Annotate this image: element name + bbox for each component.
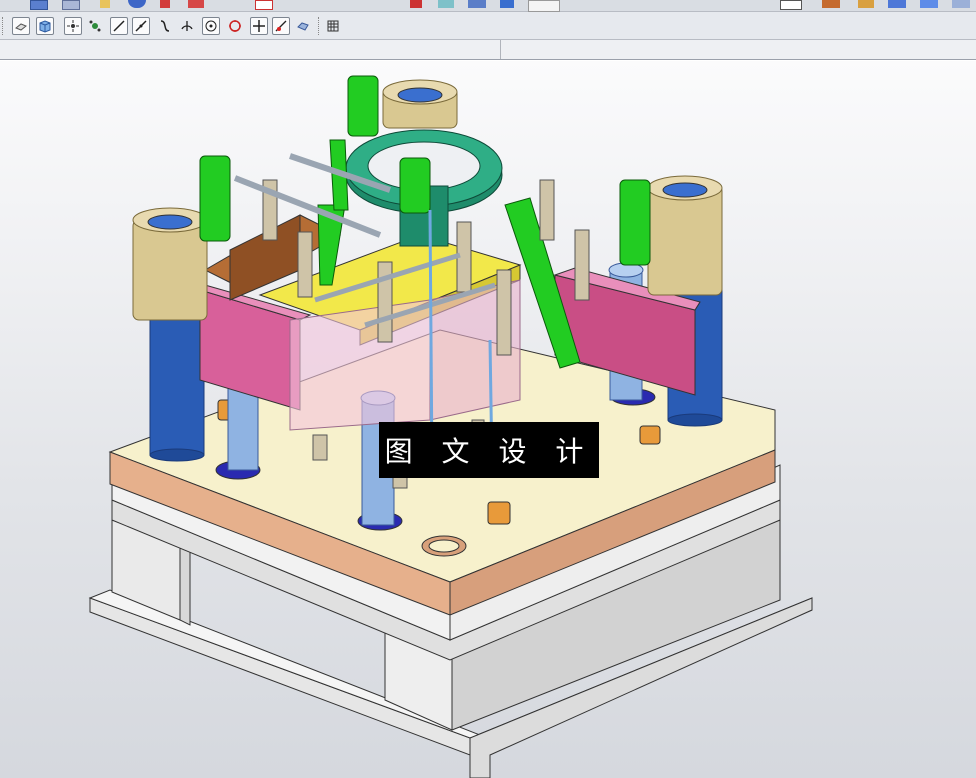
snap-diagonal-icon[interactable] bbox=[132, 17, 150, 35]
shaded-cube-icon[interactable] bbox=[36, 17, 54, 35]
box-icon[interactable] bbox=[255, 0, 273, 10]
snap-arc-icon[interactable] bbox=[294, 17, 312, 35]
undo-icon[interactable] bbox=[160, 0, 170, 8]
box-icon[interactable] bbox=[888, 0, 906, 8]
layer-icon[interactable] bbox=[468, 0, 486, 8]
snap-toolbar bbox=[0, 12, 976, 40]
print-icon[interactable] bbox=[62, 0, 80, 10]
snap-quadrant-icon[interactable] bbox=[226, 17, 244, 35]
graphics-viewport[interactable]: 图 文 设 计 bbox=[0, 61, 976, 778]
snap-intersection-icon[interactable] bbox=[250, 17, 268, 35]
tool-strip bbox=[0, 40, 976, 60]
box-icon[interactable] bbox=[858, 0, 874, 8]
snap-center-icon[interactable] bbox=[202, 17, 220, 35]
box-icon[interactable] bbox=[780, 0, 802, 10]
save-icon[interactable] bbox=[30, 0, 48, 10]
box-icon[interactable] bbox=[822, 0, 840, 8]
layer-icon[interactable] bbox=[438, 0, 454, 8]
snap-point-icon[interactable] bbox=[64, 17, 82, 35]
view-orient-icon[interactable] bbox=[12, 17, 30, 35]
palette-icon[interactable] bbox=[188, 0, 204, 8]
link-icon[interactable] bbox=[128, 0, 146, 8]
cad-application: 图 文 设 计 bbox=[0, 0, 976, 778]
box-icon[interactable] bbox=[952, 0, 970, 8]
status-pane bbox=[500, 40, 976, 59]
grid-icon[interactable] bbox=[324, 17, 342, 35]
top-toolbar bbox=[0, 0, 976, 12]
layer-icon[interactable] bbox=[500, 0, 514, 8]
snap-endpoint-icon[interactable] bbox=[86, 17, 104, 35]
toolbar-grip[interactable] bbox=[318, 17, 322, 35]
dropdown-icon[interactable] bbox=[528, 0, 560, 12]
snap-curve-icon[interactable] bbox=[156, 17, 174, 35]
snap-perpendicular-icon[interactable] bbox=[178, 17, 196, 35]
watermark-label: 图 文 设 计 bbox=[379, 422, 599, 478]
layer-icon[interactable] bbox=[410, 0, 422, 8]
status-pane bbox=[0, 40, 501, 59]
snap-line-icon[interactable] bbox=[110, 17, 128, 35]
copy-icon[interactable] bbox=[100, 0, 110, 8]
snap-tangent-icon[interactable] bbox=[272, 17, 290, 35]
toolbar-grip[interactable] bbox=[2, 17, 6, 35]
box-icon[interactable] bbox=[920, 0, 938, 8]
mold-model[interactable] bbox=[0, 61, 976, 778]
